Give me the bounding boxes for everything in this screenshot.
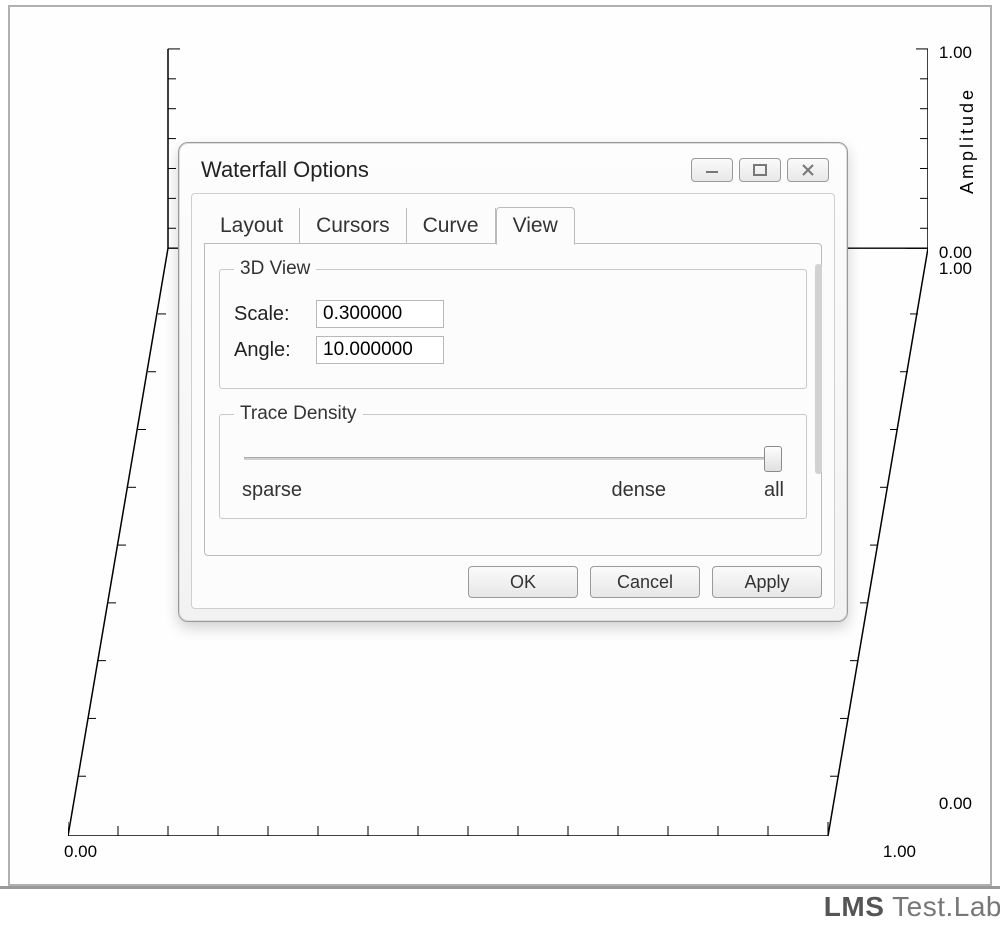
minimize-button[interactable] (691, 158, 733, 182)
3d-view-group: 3D View Scale: Angle: (219, 258, 807, 389)
slider-label-sparse: sparse (242, 479, 302, 502)
minimize-icon (704, 165, 720, 175)
view-tab-content: 3D View Scale: Angle: Trace Density (204, 243, 822, 556)
scale-input[interactable] (316, 300, 444, 328)
tab-view[interactable]: View (496, 207, 575, 245)
ok-button[interactable]: OK (468, 566, 578, 598)
status-bar: LMS Test.Lab (0, 886, 1000, 934)
close-icon (801, 164, 815, 176)
amplitude-axis-label: Amplitude (957, 87, 978, 194)
trace-density-group: Trace Density sparse dense all (219, 403, 807, 519)
maximize-button[interactable] (739, 158, 781, 182)
tab-bar: Layout Cursors Curve View (204, 206, 822, 244)
angle-label: Angle: (234, 339, 302, 362)
waterfall-options-dialog: Waterfall Options Layout Cursors Curve V… (178, 142, 848, 622)
slider-label-dense: dense (612, 479, 667, 502)
maximize-icon (753, 164, 767, 176)
trace-density-slider[interactable] (244, 451, 782, 465)
3d-view-legend: 3D View (234, 258, 316, 280)
brand-label: LMS Test.Lab (824, 891, 1000, 923)
close-button[interactable] (787, 158, 829, 182)
trace-density-legend: Trace Density (234, 403, 363, 425)
tab-curve[interactable]: Curve (407, 208, 496, 244)
scale-label: Scale: (234, 303, 302, 326)
y-tick-bottom: 0.00 (939, 794, 972, 814)
window-controls (691, 158, 829, 182)
x-tick-right: 1.00 (883, 842, 916, 862)
x-tick-left: 0.00 (64, 842, 97, 862)
dialog-scrollbar[interactable] (815, 264, 822, 474)
slider-thumb[interactable] (764, 446, 782, 472)
y-tick-one: 1.00 (939, 259, 972, 279)
angle-input[interactable] (316, 336, 444, 364)
dialog-title: Waterfall Options (201, 157, 369, 183)
slider-label-all: all (764, 479, 784, 502)
cancel-button[interactable]: Cancel (590, 566, 700, 598)
tab-layout[interactable]: Layout (204, 208, 300, 244)
y-tick-top: 1.00 (939, 43, 972, 63)
apply-button[interactable]: Apply (712, 566, 822, 598)
tab-cursors[interactable]: Cursors (300, 208, 407, 244)
